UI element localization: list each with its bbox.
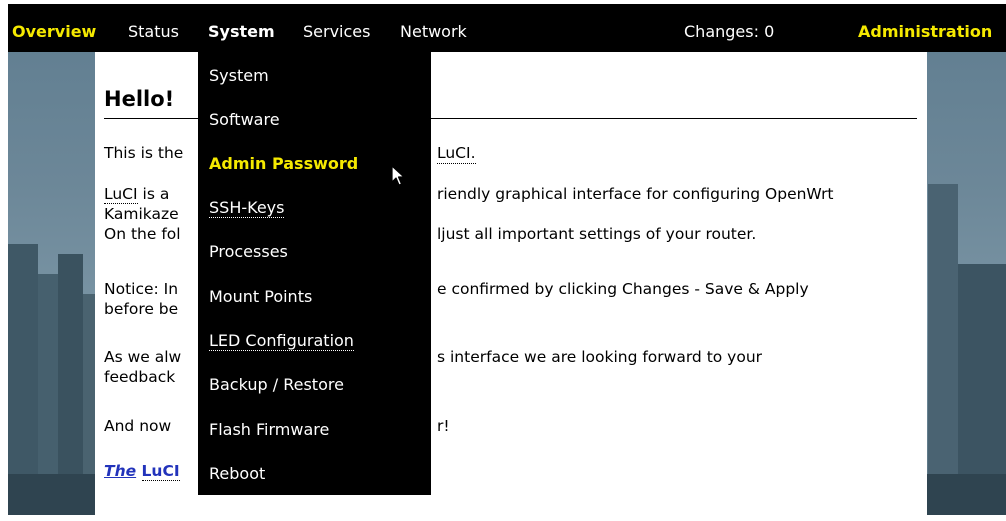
luci-abbr-2: LuCI <box>104 185 138 204</box>
description-text-a: is a <box>137 185 170 203</box>
dropdown-item-admin-password[interactable]: Admin Password <box>209 154 358 174</box>
feedback-text-end: s interface we are looking forward to yo… <box>437 348 763 366</box>
notice-text-start: Notice: In <box>104 280 179 298</box>
dropdown-item-flash-firmware[interactable]: Flash Firmware <box>209 420 329 440</box>
menu-system[interactable]: System <box>208 22 275 42</box>
system-dropdown-menu: System Software Admin Password SSH-Keys … <box>198 52 431 495</box>
closing-text-end: r! <box>437 417 450 435</box>
signature-luci[interactable]: LuCI <box>141 462 180 481</box>
signature-the: The <box>104 462 137 480</box>
dropdown-item-ssh-keys[interactable]: SSH-Keys <box>209 198 285 218</box>
menu-status[interactable]: Status <box>128 22 179 42</box>
mouse-cursor-icon <box>391 165 405 186</box>
changes-counter[interactable]: Changes: 0 <box>684 22 774 42</box>
dropdown-item-led-configuration[interactable]: LED Configuration <box>209 331 354 351</box>
dropdown-item-reboot[interactable]: Reboot <box>209 464 265 484</box>
dropdown-item-software[interactable]: Software <box>209 110 280 130</box>
intro-text-start: This is the <box>104 144 184 162</box>
dropdown-item-led-configuration-label: LED Configuration <box>209 331 354 351</box>
feedback-text-start: As we alw <box>104 348 182 366</box>
top-menubar: Overview Status System Services Network … <box>8 4 1006 52</box>
notice-text-end: e confirmed by clicking Changes - Save &… <box>437 280 809 298</box>
menu-services[interactable]: Services <box>303 22 370 42</box>
description-line3-start: On the fol <box>104 225 181 243</box>
luci-abbr: LuCI. <box>437 144 476 164</box>
closing-text-start: And now <box>104 417 172 435</box>
description-line3-end: ljust all important settings of your rou… <box>437 225 757 243</box>
dropdown-item-mount-points[interactable]: Mount Points <box>209 287 312 307</box>
description-text-end: riendly graphical interface for configur… <box>437 185 834 203</box>
dropdown-item-processes[interactable]: Processes <box>209 242 288 262</box>
menu-network[interactable]: Network <box>400 22 467 42</box>
dropdown-item-backup-restore[interactable]: Backup / Restore <box>209 375 344 395</box>
menu-administration[interactable]: Administration <box>858 22 992 42</box>
dropdown-item-system[interactable]: System <box>209 66 269 86</box>
dropdown-item-ssh-keys-label: SSH-Keys <box>209 198 285 218</box>
menu-overview[interactable]: Overview <box>12 22 96 42</box>
